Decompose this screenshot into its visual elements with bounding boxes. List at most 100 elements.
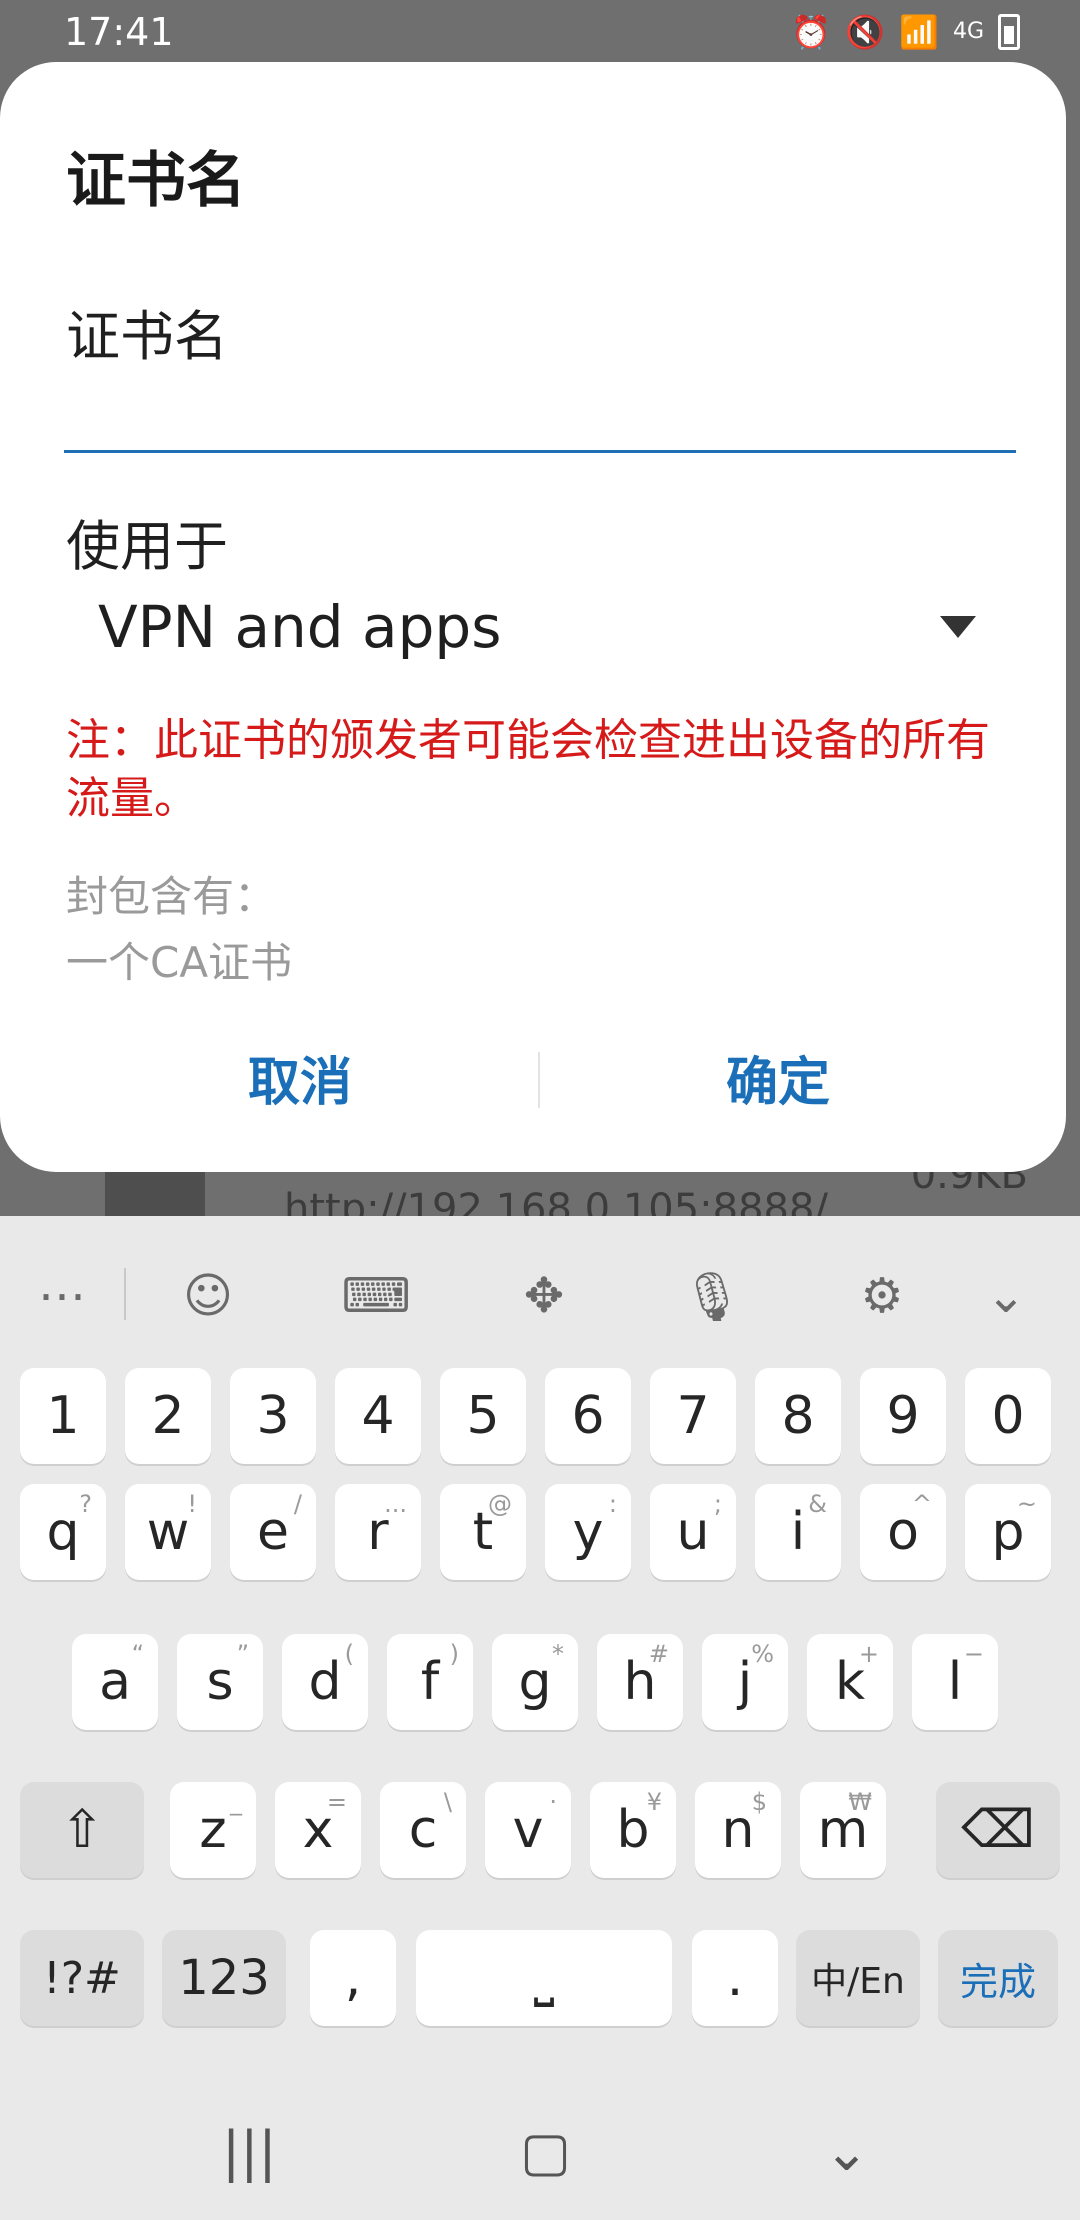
key-label: c	[408, 1800, 438, 1860]
key-label: !?#	[43, 1952, 121, 2004]
navigation-bar: ||| ▢ ⌄	[0, 2080, 1080, 2220]
home-icon[interactable]: ▢	[520, 2120, 571, 2183]
key-k[interactable]: k +	[807, 1634, 893, 1730]
key-secondary-label: %	[751, 1640, 774, 1668]
alarm-icon: ⏰	[791, 13, 832, 51]
symbols-key[interactable]: !?#	[20, 1930, 144, 2026]
key-label: y	[572, 1502, 604, 1562]
key-secondary-label: *	[552, 1640, 564, 1668]
recent-apps-icon[interactable]: |||	[222, 2120, 277, 2183]
key-v[interactable]: v ·	[485, 1782, 571, 1878]
key-label: l	[947, 1652, 963, 1712]
dialog-title: 证书名	[66, 146, 246, 216]
cert-name-label: 证书名	[66, 305, 228, 368]
settings-icon[interactable]: ⚙	[842, 1256, 922, 1336]
key-label: a	[99, 1652, 131, 1712]
key-h[interactable]: h #	[597, 1634, 683, 1730]
key-e[interactable]: e /	[230, 1484, 316, 1580]
contains-value: 一个CA证书	[66, 938, 293, 987]
key-label: b	[616, 1800, 650, 1860]
key-d[interactable]: d(	[282, 1634, 368, 1730]
language-switch-key[interactable]: 中/En	[796, 1930, 920, 2026]
key-secondary-label: ”	[236, 1640, 249, 1668]
key-label: .	[726, 1948, 744, 2008]
warning-text: 注：此证书的颁发者可能会检查进出设备的所有流量。	[66, 715, 990, 824]
key-label: 6	[571, 1386, 605, 1446]
key-q[interactable]: q?	[20, 1484, 106, 1580]
use-for-label: 使用于	[66, 515, 228, 578]
emoji-icon[interactable]: ☺	[168, 1256, 248, 1336]
key-p[interactable]: p ~	[965, 1484, 1051, 1580]
done-key[interactable]: 完成	[938, 1930, 1058, 2026]
key-m[interactable]: m ₩	[800, 1782, 886, 1878]
key-b[interactable]: b ¥	[590, 1782, 676, 1878]
key-z[interactable]: z _	[170, 1782, 256, 1878]
use-for-dropdown[interactable]: VPN and apps	[66, 582, 986, 672]
key-u[interactable]: u;	[650, 1484, 736, 1580]
key-label: 中/En	[811, 1961, 905, 2002]
key-label: d	[308, 1652, 342, 1712]
collapse-icon[interactable]: ⌄	[966, 1256, 1046, 1336]
backspace-key[interactable]: ⌫	[936, 1782, 1060, 1878]
key-t[interactable]: t @	[440, 1484, 526, 1580]
battery-icon	[998, 14, 1020, 50]
key-g[interactable]: g *	[492, 1634, 578, 1730]
key-label: g	[518, 1652, 552, 1712]
shift-key[interactable]: ⇧	[20, 1782, 144, 1878]
key-label: 完成	[959, 1959, 1036, 2004]
more-icon[interactable]: ⋯	[22, 1256, 102, 1336]
key-x[interactable]: x =	[275, 1782, 361, 1878]
key-3[interactable]: 3	[230, 1368, 316, 1464]
key-4[interactable]: 4	[335, 1368, 421, 1464]
key-9[interactable]: 9	[860, 1368, 946, 1464]
key-1[interactable]: 1	[20, 1368, 106, 1464]
number-switch-key[interactable]: 123	[162, 1930, 286, 2026]
key-label: 9	[886, 1386, 920, 1446]
key-6[interactable]: 6	[545, 1368, 631, 1464]
key-2[interactable]: 2	[125, 1368, 211, 1464]
back-icon[interactable]: ⌄	[824, 2120, 869, 2183]
key-o[interactable]: o ^	[860, 1484, 946, 1580]
cert-name-input[interactable]	[64, 392, 1016, 453]
key-label: ,	[344, 1948, 362, 2008]
key-secondary-label: )	[449, 1640, 459, 1668]
key-7[interactable]: 7	[650, 1368, 736, 1464]
key-secondary-label: @	[488, 1490, 512, 1518]
key-secondary-label: _	[230, 1788, 242, 1816]
key-w[interactable]: w!	[125, 1484, 211, 1580]
key-label: 4	[361, 1386, 395, 1446]
key-r[interactable]: r...	[335, 1484, 421, 1580]
key-label: ⌫	[961, 1800, 1035, 1860]
certificate-name-dialog: 证书名 证书名 使用于 VPN and apps 注：此证书的颁发者可能会检查进…	[0, 62, 1066, 1172]
space-key[interactable]: ⎵	[416, 1930, 672, 2026]
period-key[interactable]: .	[692, 1930, 778, 2026]
key-i[interactable]: i &	[755, 1484, 841, 1580]
key-c[interactable]: c \	[380, 1782, 466, 1878]
key-label: ⎵	[533, 1947, 555, 2008]
key-a[interactable]: a “	[72, 1634, 158, 1730]
key-s[interactable]: s”	[177, 1634, 263, 1730]
move-icon[interactable]: ✥	[504, 1256, 584, 1336]
confirm-button[interactable]: 确定	[568, 1022, 988, 1132]
4g-signal-icon: 4G	[952, 19, 984, 44]
key-8[interactable]: 8	[755, 1368, 841, 1464]
key-n[interactable]: n $	[695, 1782, 781, 1878]
keyboard: ⋯ ☺ ⌨ ✥ 🎙 ⚙ ⌄ 1 2 3 4 5 6 7 8 9 0 q? w! e / r... t @ y: u;…	[0, 1216, 1080, 2220]
cancel-button[interactable]: 取消	[90, 1022, 510, 1132]
keyboard-icon[interactable]: ⌨	[336, 1256, 416, 1336]
wifi-icon: 📶	[899, 13, 939, 51]
key-y[interactable]: y:	[545, 1484, 631, 1580]
key-0[interactable]: 0	[965, 1368, 1051, 1464]
key-secondary-label: −	[963, 1640, 984, 1668]
comma-key[interactable]: ,	[310, 1930, 396, 2026]
key-f[interactable]: f)	[387, 1634, 473, 1730]
key-j[interactable]: j%	[702, 1634, 788, 1730]
mic-icon[interactable]: 🎙	[672, 1256, 752, 1336]
key-secondary-label: ¥	[646, 1788, 662, 1816]
key-secondary-label: \	[443, 1788, 452, 1816]
key-5[interactable]: 5	[440, 1368, 526, 1464]
key-l[interactable]: l −	[912, 1634, 998, 1730]
key-label: 123	[178, 1950, 270, 2006]
key-label: u	[676, 1502, 710, 1562]
key-label: 5	[466, 1386, 500, 1446]
